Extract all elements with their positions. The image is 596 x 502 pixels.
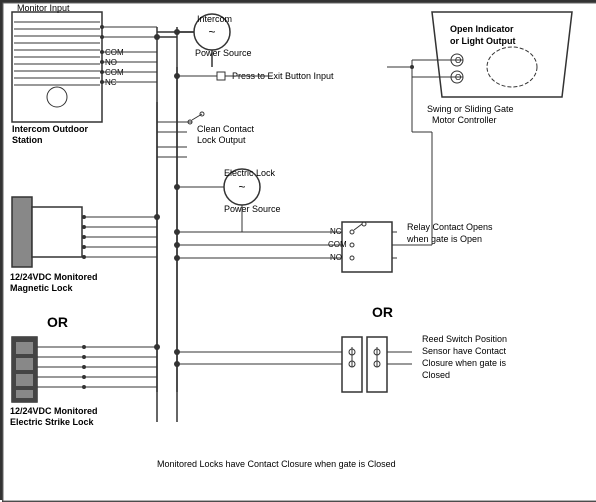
- svg-text:OR: OR: [47, 314, 68, 330]
- svg-text:Closure when gate is: Closure when gate is: [422, 358, 507, 368]
- svg-text:or Light Output: or Light Output: [450, 36, 515, 46]
- svg-text:Relay Contact Opens: Relay Contact Opens: [407, 222, 493, 232]
- svg-text:Sensor have Contact: Sensor have Contact: [422, 346, 507, 356]
- svg-text:Power Source: Power Source: [224, 204, 281, 214]
- svg-text:12/24VDC Monitored: 12/24VDC Monitored: [10, 406, 98, 416]
- svg-text:Intercom: Intercom: [197, 14, 232, 24]
- svg-text:Reed Switch Position: Reed Switch Position: [422, 334, 507, 344]
- svg-text:Electric Lock: Electric Lock: [224, 168, 276, 178]
- svg-text:when gate is Open: when gate is Open: [406, 234, 482, 244]
- svg-text:Swing or Sliding Gate: Swing or Sliding Gate: [427, 104, 514, 114]
- svg-text:Monitored Locks have Contact C: Monitored Locks have Contact Closure whe…: [157, 459, 396, 469]
- svg-text:Lock Output: Lock Output: [197, 135, 246, 145]
- wiring-diagram: Monitor Input COM NO COM NC Intercom Out…: [0, 0, 596, 500]
- svg-text:~: ~: [238, 180, 245, 194]
- svg-text:Open Indicator: Open Indicator: [450, 24, 514, 34]
- svg-text:Monitor Input: Monitor Input: [17, 3, 70, 13]
- svg-text:Intercom Outdoor: Intercom Outdoor: [12, 124, 88, 134]
- svg-text:Station: Station: [12, 135, 43, 145]
- svg-text:Magnetic Lock: Magnetic Lock: [10, 283, 74, 293]
- svg-text:12/24VDC Monitored: 12/24VDC Monitored: [10, 272, 98, 282]
- svg-text:Clean Contact: Clean Contact: [197, 124, 255, 134]
- svg-text:Power Source: Power Source: [195, 48, 252, 58]
- svg-text:Motor Controller: Motor Controller: [432, 115, 497, 125]
- svg-text:Electric Strike Lock: Electric Strike Lock: [10, 417, 95, 427]
- svg-text:OR: OR: [372, 304, 393, 320]
- svg-text:Closed: Closed: [422, 370, 450, 380]
- svg-text:~: ~: [208, 25, 215, 39]
